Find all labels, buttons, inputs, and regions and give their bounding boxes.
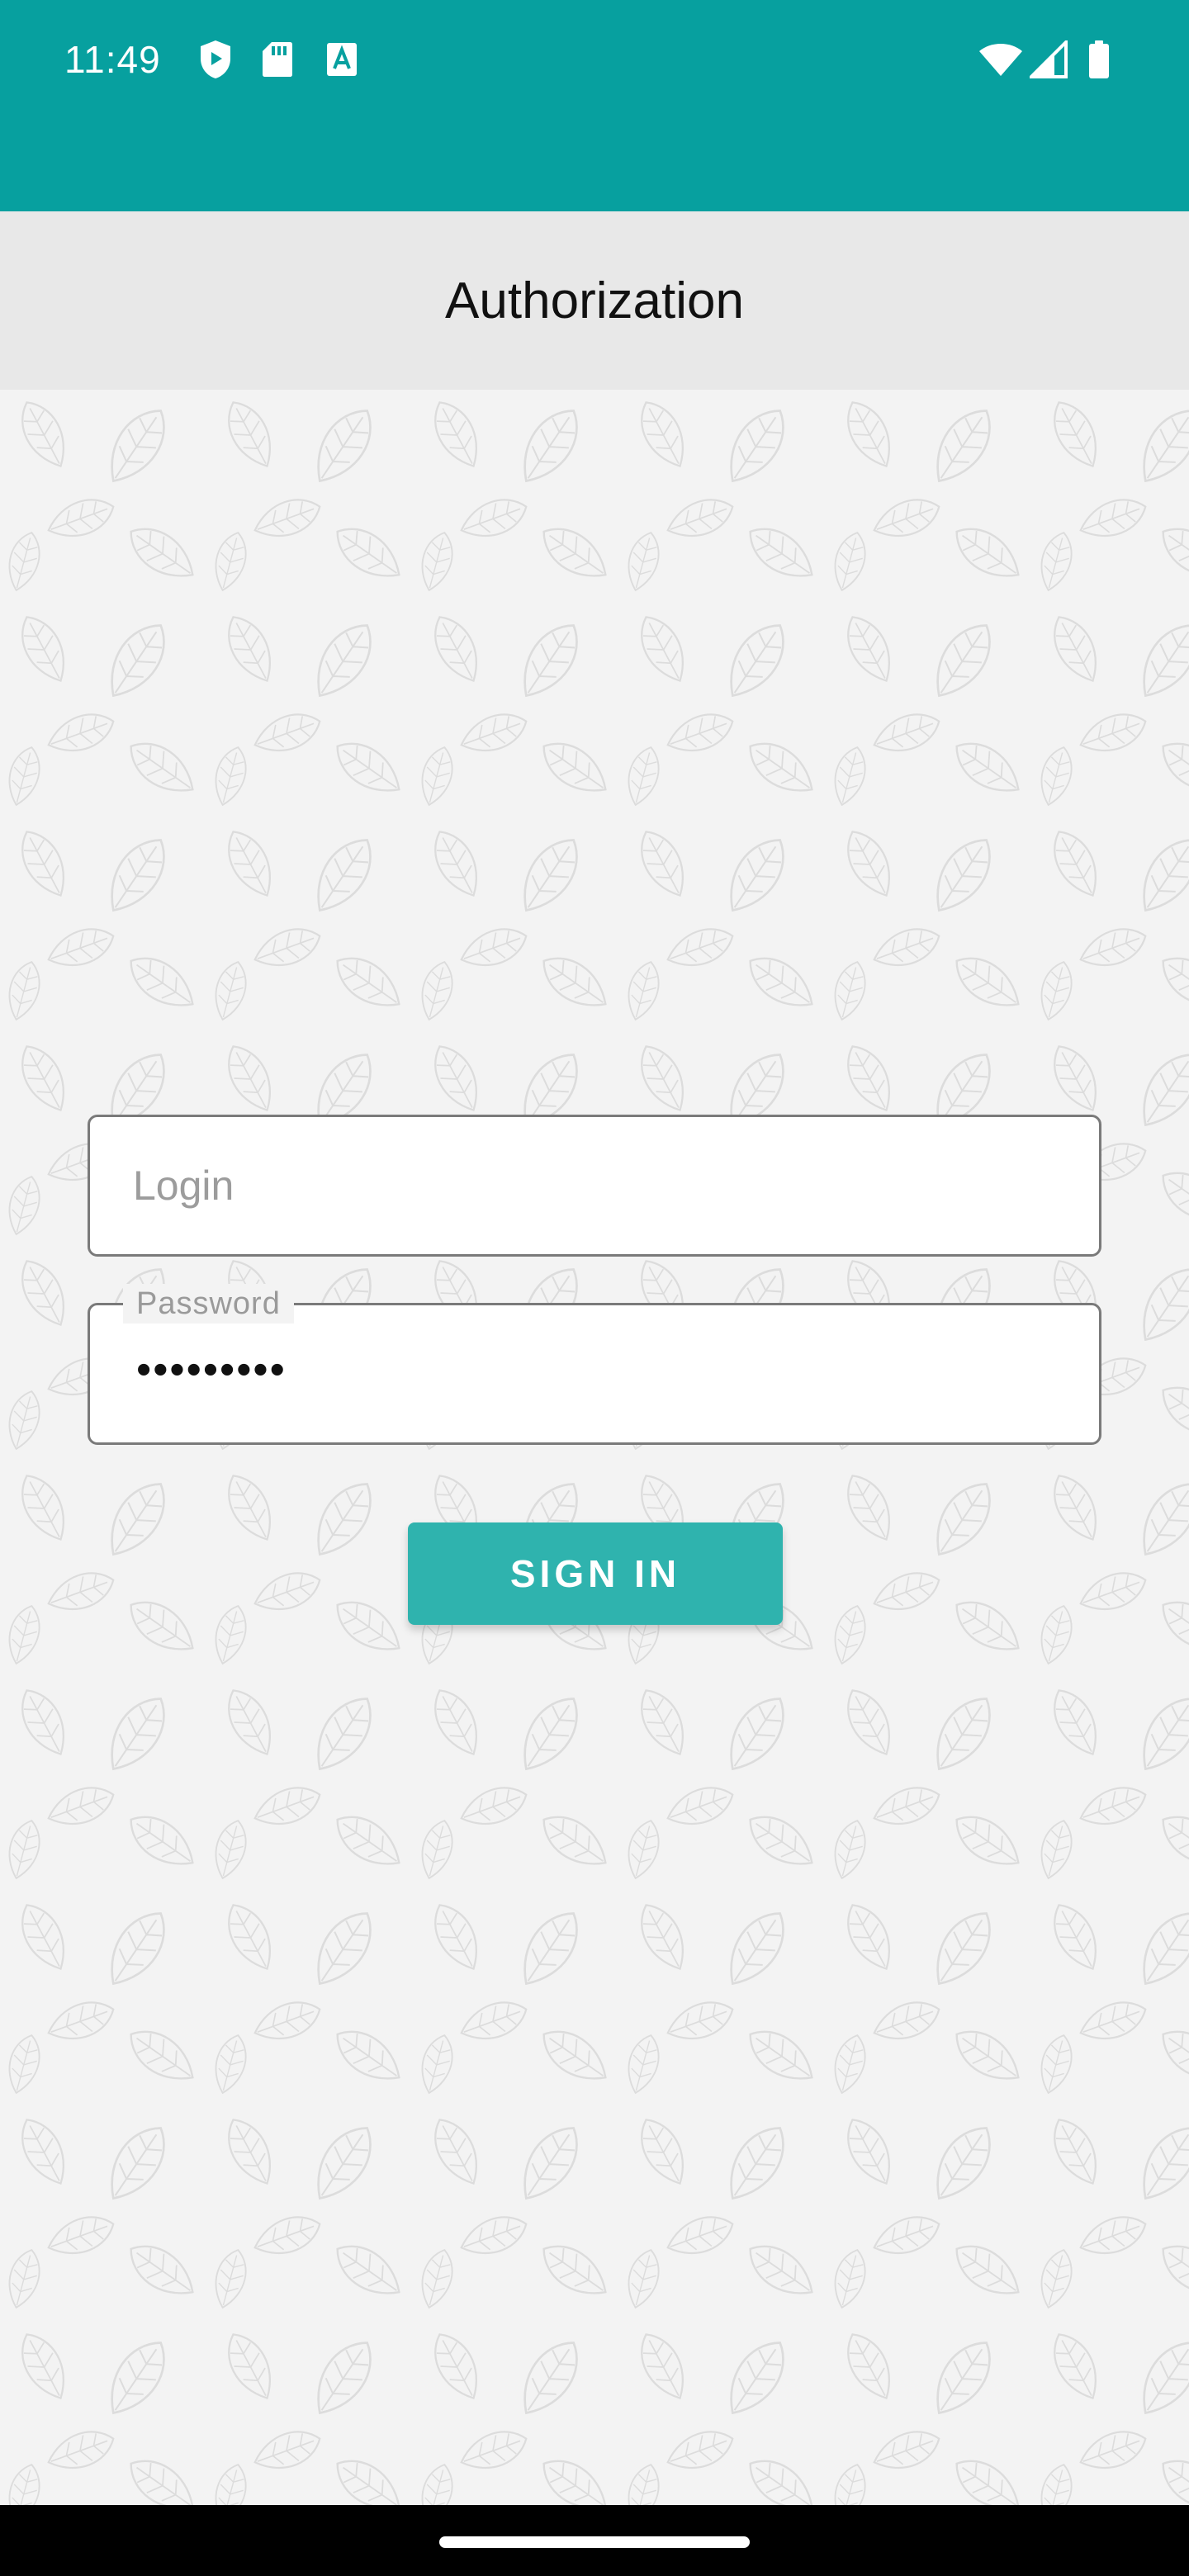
login-input[interactable] [133, 1117, 1041, 1254]
page-title: Authorization [445, 272, 744, 329]
shield-icon [195, 36, 236, 83]
leaf-pattern-background [0, 390, 1189, 2505]
cell-signal-icon [1029, 36, 1068, 83]
home-gesture-handle[interactable] [439, 2536, 750, 2548]
authorization-screen: 11:49 Authorization Login Password •••••… [0, 0, 1189, 2576]
navigation-bar [0, 2505, 1189, 2576]
title-bar: Authorization [0, 211, 1189, 390]
battery-icon [1087, 36, 1111, 83]
wifi-icon [976, 36, 1026, 83]
password-label: Password [123, 1284, 294, 1324]
sign-in-button[interactable]: SIGN IN [408, 1522, 783, 1625]
password-field[interactable]: Password ••••••••• [88, 1284, 1101, 1445]
login-content [0, 390, 1189, 2505]
text-a-icon [324, 36, 360, 83]
password-value[interactable]: ••••••••• [136, 1345, 287, 1395]
status-time: 11:49 [64, 38, 161, 81]
status-bar: 11:49 [0, 0, 1189, 211]
login-field[interactable] [88, 1115, 1101, 1257]
sd-card-icon [259, 36, 296, 83]
